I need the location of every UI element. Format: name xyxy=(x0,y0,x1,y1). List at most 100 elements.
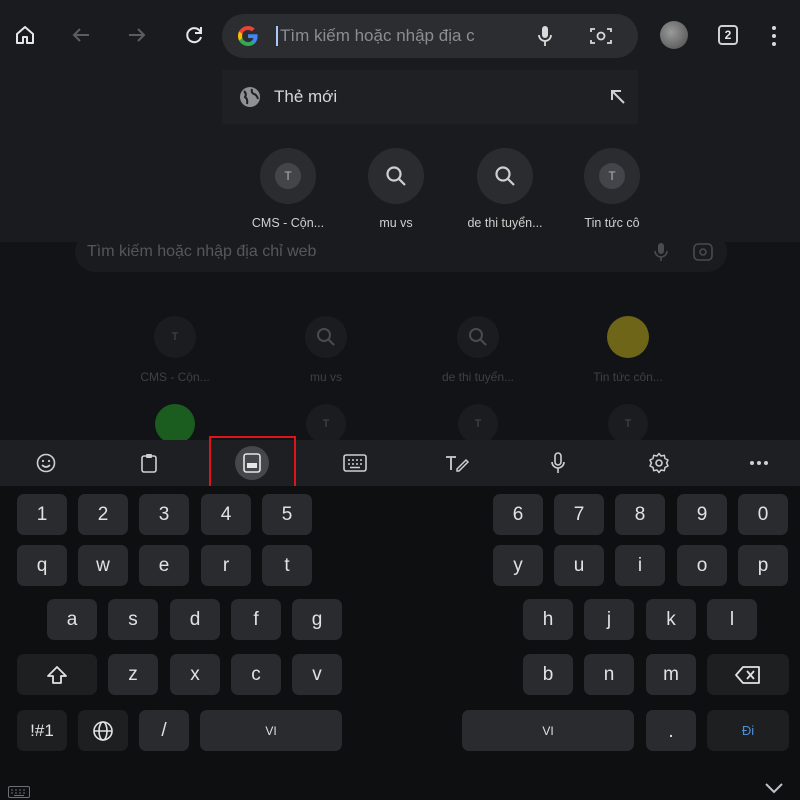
key[interactable]: 2 xyxy=(78,494,128,535)
key[interactable]: r xyxy=(201,545,251,586)
letter-t-icon: T xyxy=(599,163,625,189)
home-button[interactable] xyxy=(8,18,42,52)
background-tile: Tin tức côn... xyxy=(558,316,698,384)
key[interactable]: p xyxy=(738,545,788,586)
forward-arrow-icon xyxy=(129,28,146,42)
back-button[interactable] xyxy=(64,18,98,52)
key[interactable]: 1 xyxy=(17,494,67,535)
key[interactable]: g xyxy=(292,599,342,640)
omnibox-input[interactable]: Tìm kiếm hoặc nhập địa c xyxy=(276,26,486,46)
hide-keyboard-chevron-down-icon[interactable] xyxy=(764,782,784,794)
key[interactable]: 9 xyxy=(677,494,727,535)
key[interactable]: k xyxy=(646,599,696,640)
suggestion-new-tab[interactable]: Thẻ mới xyxy=(222,70,638,124)
key[interactable]: y xyxy=(493,545,543,586)
key[interactable]: q xyxy=(17,545,67,586)
key[interactable]: 5 xyxy=(262,494,312,535)
key[interactable]: 4 xyxy=(201,494,251,535)
backspace-key[interactable] xyxy=(707,654,789,695)
more-menu-icon[interactable] xyxy=(766,22,782,50)
more-options-button[interactable] xyxy=(742,446,776,480)
enter-go-key[interactable]: Đi xyxy=(707,710,789,751)
key[interactable]: l xyxy=(707,599,757,640)
forward-button[interactable] xyxy=(120,18,154,52)
letter-t-icon: T xyxy=(306,404,346,444)
suggestion-tile-label: Tin tức cô xyxy=(584,216,640,230)
key[interactable]: c xyxy=(231,654,281,695)
suggestion-tile[interactable]: T Tin tức cô xyxy=(552,148,672,230)
slash-key[interactable]: / xyxy=(139,710,189,751)
key[interactable]: t xyxy=(262,545,312,586)
background-tile-label: CMS - Cộn... xyxy=(140,370,210,384)
keyboard-mode-button[interactable] xyxy=(338,446,372,480)
key[interactable]: f xyxy=(231,599,281,640)
highlight-annotation-box xyxy=(209,436,296,488)
key[interactable]: j xyxy=(584,599,634,640)
key[interactable]: 8 xyxy=(615,494,665,535)
omnibox[interactable]: Tìm kiếm hoặc nhập địa c xyxy=(222,14,638,58)
browser-toolbar: Tìm kiếm hoặc nhập địa c 2 xyxy=(0,0,800,70)
handwriting-button[interactable] xyxy=(440,446,474,480)
suggestion-tile-label: de thi tuyển... xyxy=(467,216,543,230)
key[interactable]: n xyxy=(584,654,634,695)
split-keyboard: 1 2 3 4 5 6 7 8 9 0 q w e r t y u i o p … xyxy=(0,486,800,800)
key[interactable]: 6 xyxy=(493,494,543,535)
language-key[interactable] xyxy=(78,710,128,751)
key[interactable]: u xyxy=(554,545,604,586)
search-icon xyxy=(457,316,499,358)
keyboard-icon xyxy=(343,454,367,472)
clipboard-button[interactable] xyxy=(132,446,166,480)
keyboard-settings-button[interactable] xyxy=(642,446,676,480)
key[interactable]: z xyxy=(108,654,158,695)
key[interactable]: w xyxy=(78,545,128,586)
more-horizontal-icon xyxy=(750,461,768,465)
emoji-button[interactable] xyxy=(29,446,63,480)
symbols-key[interactable]: !#1 xyxy=(17,710,67,751)
shift-arrow-icon xyxy=(47,665,67,684)
key[interactable]: b xyxy=(523,654,573,695)
background-mic-icon xyxy=(649,240,673,264)
space-key-right[interactable]: VI xyxy=(462,710,634,751)
mic-icon xyxy=(538,26,552,46)
key[interactable]: o xyxy=(677,545,727,586)
site-favicon-icon xyxy=(607,316,649,358)
reload-icon xyxy=(186,27,202,44)
emoji-icon xyxy=(36,453,56,473)
profile-avatar[interactable] xyxy=(660,21,688,49)
key[interactable]: d xyxy=(170,599,220,640)
backspace-icon xyxy=(735,665,760,684)
tab-switcher-button[interactable]: 2 xyxy=(718,25,738,45)
keyboard-switch-icon[interactable] xyxy=(8,786,30,798)
key[interactable]: 0 xyxy=(738,494,788,535)
suggestion-tile[interactable]: T CMS - Cộn... xyxy=(228,148,348,230)
period-key[interactable]: . xyxy=(646,710,696,751)
lens-button[interactable] xyxy=(588,23,614,49)
letter-t-icon: T xyxy=(275,163,301,189)
reload-button[interactable] xyxy=(177,18,211,52)
key[interactable]: v xyxy=(292,654,342,695)
keyboard-toolbar xyxy=(0,440,800,486)
voice-search-button[interactable] xyxy=(532,23,558,49)
key[interactable]: x xyxy=(170,654,220,695)
suggestion-tile-label: mu vs xyxy=(379,216,413,230)
suggestion-fill-button[interactable] xyxy=(598,77,638,117)
key[interactable]: s xyxy=(108,599,158,640)
omnibox-suggestions: Thẻ mới T CMS - Cộn... mu vs de thi tuyể… xyxy=(0,70,800,242)
key[interactable]: e xyxy=(139,545,189,586)
key[interactable]: 7 xyxy=(554,494,604,535)
key[interactable]: i xyxy=(615,545,665,586)
system-nav-strip xyxy=(0,776,800,800)
key[interactable]: a xyxy=(47,599,97,640)
search-icon xyxy=(305,316,347,358)
key[interactable]: 3 xyxy=(139,494,189,535)
voice-input-button[interactable] xyxy=(541,446,575,480)
key[interactable]: h xyxy=(523,599,573,640)
suggestion-tile[interactable]: de thi tuyển... xyxy=(445,148,565,230)
space-key-left[interactable]: VI xyxy=(200,710,342,751)
handwriting-icon xyxy=(446,456,470,472)
arrow-up-left-icon xyxy=(611,90,625,104)
shift-key[interactable] xyxy=(17,654,97,695)
google-logo-icon xyxy=(238,26,258,46)
key[interactable]: m xyxy=(646,654,696,695)
suggestion-tile[interactable]: mu vs xyxy=(336,148,456,230)
